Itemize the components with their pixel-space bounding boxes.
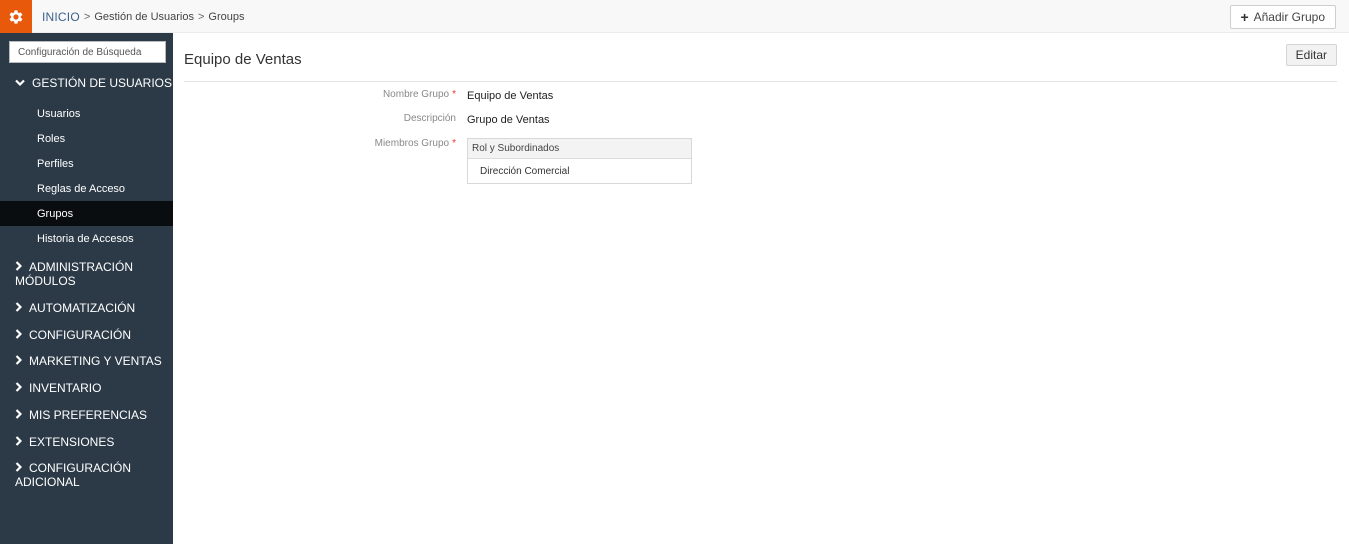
group-members-label: Miembros Grupo * — [375, 138, 456, 149]
group-members-list: Rol y Subordinados Dirección Comercial — [467, 138, 692, 184]
breadcrumb: INICIO > Gestión de Usuarios > Groups — [42, 0, 245, 33]
sidebar: GESTIÓN DE USUARIOS Usuarios Roles Perfi… — [0, 33, 173, 544]
breadcrumb-user-management-link[interactable]: Gestión de Usuarios — [94, 11, 194, 23]
chevron-right-icon — [15, 408, 25, 422]
chevron-right-icon — [15, 381, 25, 395]
description-value: Grupo de Ventas — [467, 114, 550, 126]
sidebar-section-label: GESTIÓN DE USUARIOS — [32, 76, 173, 90]
breadcrumb-separator-icon: > — [197, 10, 205, 23]
settings-menu-button[interactable] — [0, 0, 32, 33]
sidebar-section-label: INVENTARIO — [29, 381, 102, 395]
page-title: Equipo de Ventas — [184, 51, 302, 68]
group-members-label-text: Miembros Grupo — [374, 138, 450, 149]
sidebar-section-label: AUTOMATIZACIÓN — [29, 301, 136, 315]
sidebar-item-access-rules[interactable]: Reglas de Acceso — [0, 176, 173, 201]
group-name-label-text: Nombre Grupo — [382, 89, 450, 100]
group-name-label: Nombre Grupo * — [383, 89, 456, 100]
sidebar-section-label: CONFIGURACIÓN — [29, 328, 131, 342]
sidebar-section-inventory[interactable]: INVENTARIO — [0, 381, 173, 395]
top-bar: INICIO > Gestión de Usuarios > Groups + … — [0, 0, 1349, 33]
sidebar-item-profiles[interactable]: Perfiles — [0, 151, 173, 176]
breadcrumb-home-link[interactable]: INICIO — [42, 10, 80, 24]
sidebar-section-label: MIS PREFERENCIAS — [29, 408, 148, 422]
gear-icon — [9, 9, 23, 24]
sidebar-section-label-line2: MÓDULOS — [15, 274, 76, 288]
sidebar-section-additional-configuration[interactable]: CONFIGURACIÓN ADICIONAL — [0, 461, 173, 489]
breadcrumb-separator-icon: > — [83, 10, 91, 23]
header-divider — [184, 81, 1337, 82]
required-mark: * — [452, 89, 456, 100]
chevron-right-icon — [15, 435, 25, 449]
sidebar-section-marketing-sales[interactable]: MARKETING Y VENTAS — [0, 354, 173, 368]
breadcrumb-groups-link[interactable]: Groups — [208, 11, 244, 23]
main-content: Equipo de Ventas Editar Nombre Grupo * Eq… — [173, 33, 1349, 544]
chevron-right-icon — [15, 461, 25, 475]
chevron-right-icon — [15, 354, 25, 368]
sidebar-section-label: CONFIGURACIÓN — [29, 461, 131, 475]
description-label: Descripción — [403, 113, 456, 124]
members-group-header: Rol y Subordinados — [468, 139, 691, 159]
sidebar-section-my-preferences[interactable]: MIS PREFERENCIAS — [0, 408, 173, 422]
sidebar-section-module-management[interactable]: ADMINISTRACIÓN MÓDULOS — [0, 260, 173, 288]
list-item: Dirección Comercial — [480, 166, 570, 177]
sidebar-section-configuration[interactable]: CONFIGURACIÓN — [0, 328, 173, 342]
sidebar-item-groups[interactable]: Grupos — [0, 201, 173, 226]
chevron-right-icon — [15, 328, 25, 342]
chevron-right-icon — [15, 301, 25, 315]
chevron-right-icon — [15, 260, 25, 274]
sidebar-section-label-line2: ADICIONAL — [15, 475, 80, 489]
sidebar-item-login-history[interactable]: Historia de Accesos — [0, 226, 173, 251]
sidebar-section-label: ADMINISTRACIÓN — [29, 260, 134, 274]
sidebar-section-label: MARKETING Y VENTAS — [29, 354, 162, 368]
plus-icon: + — [1240, 9, 1249, 25]
chevron-down-icon — [15, 76, 27, 90]
edit-button[interactable]: Editar — [1285, 44, 1337, 66]
group-name-value: Equipo de Ventas — [467, 90, 554, 102]
sidebar-item-users[interactable]: Usuarios — [0, 101, 173, 126]
settings-search-input[interactable] — [9, 41, 166, 63]
sidebar-item-roles[interactable]: Roles — [0, 126, 173, 151]
sidebar-section-extensions[interactable]: EXTENSIONES — [0, 435, 173, 449]
required-mark: * — [452, 138, 456, 149]
sidebar-section-automation[interactable]: AUTOMATIZACIÓN — [0, 301, 173, 315]
sidebar-section-user-management[interactable]: GESTIÓN DE USUARIOS — [0, 73, 173, 93]
sidebar-section-label: EXTENSIONES — [29, 435, 115, 449]
add-group-button[interactable]: + Añadir Grupo — [1230, 5, 1336, 29]
add-group-label: Añadir Grupo — [1253, 10, 1325, 24]
